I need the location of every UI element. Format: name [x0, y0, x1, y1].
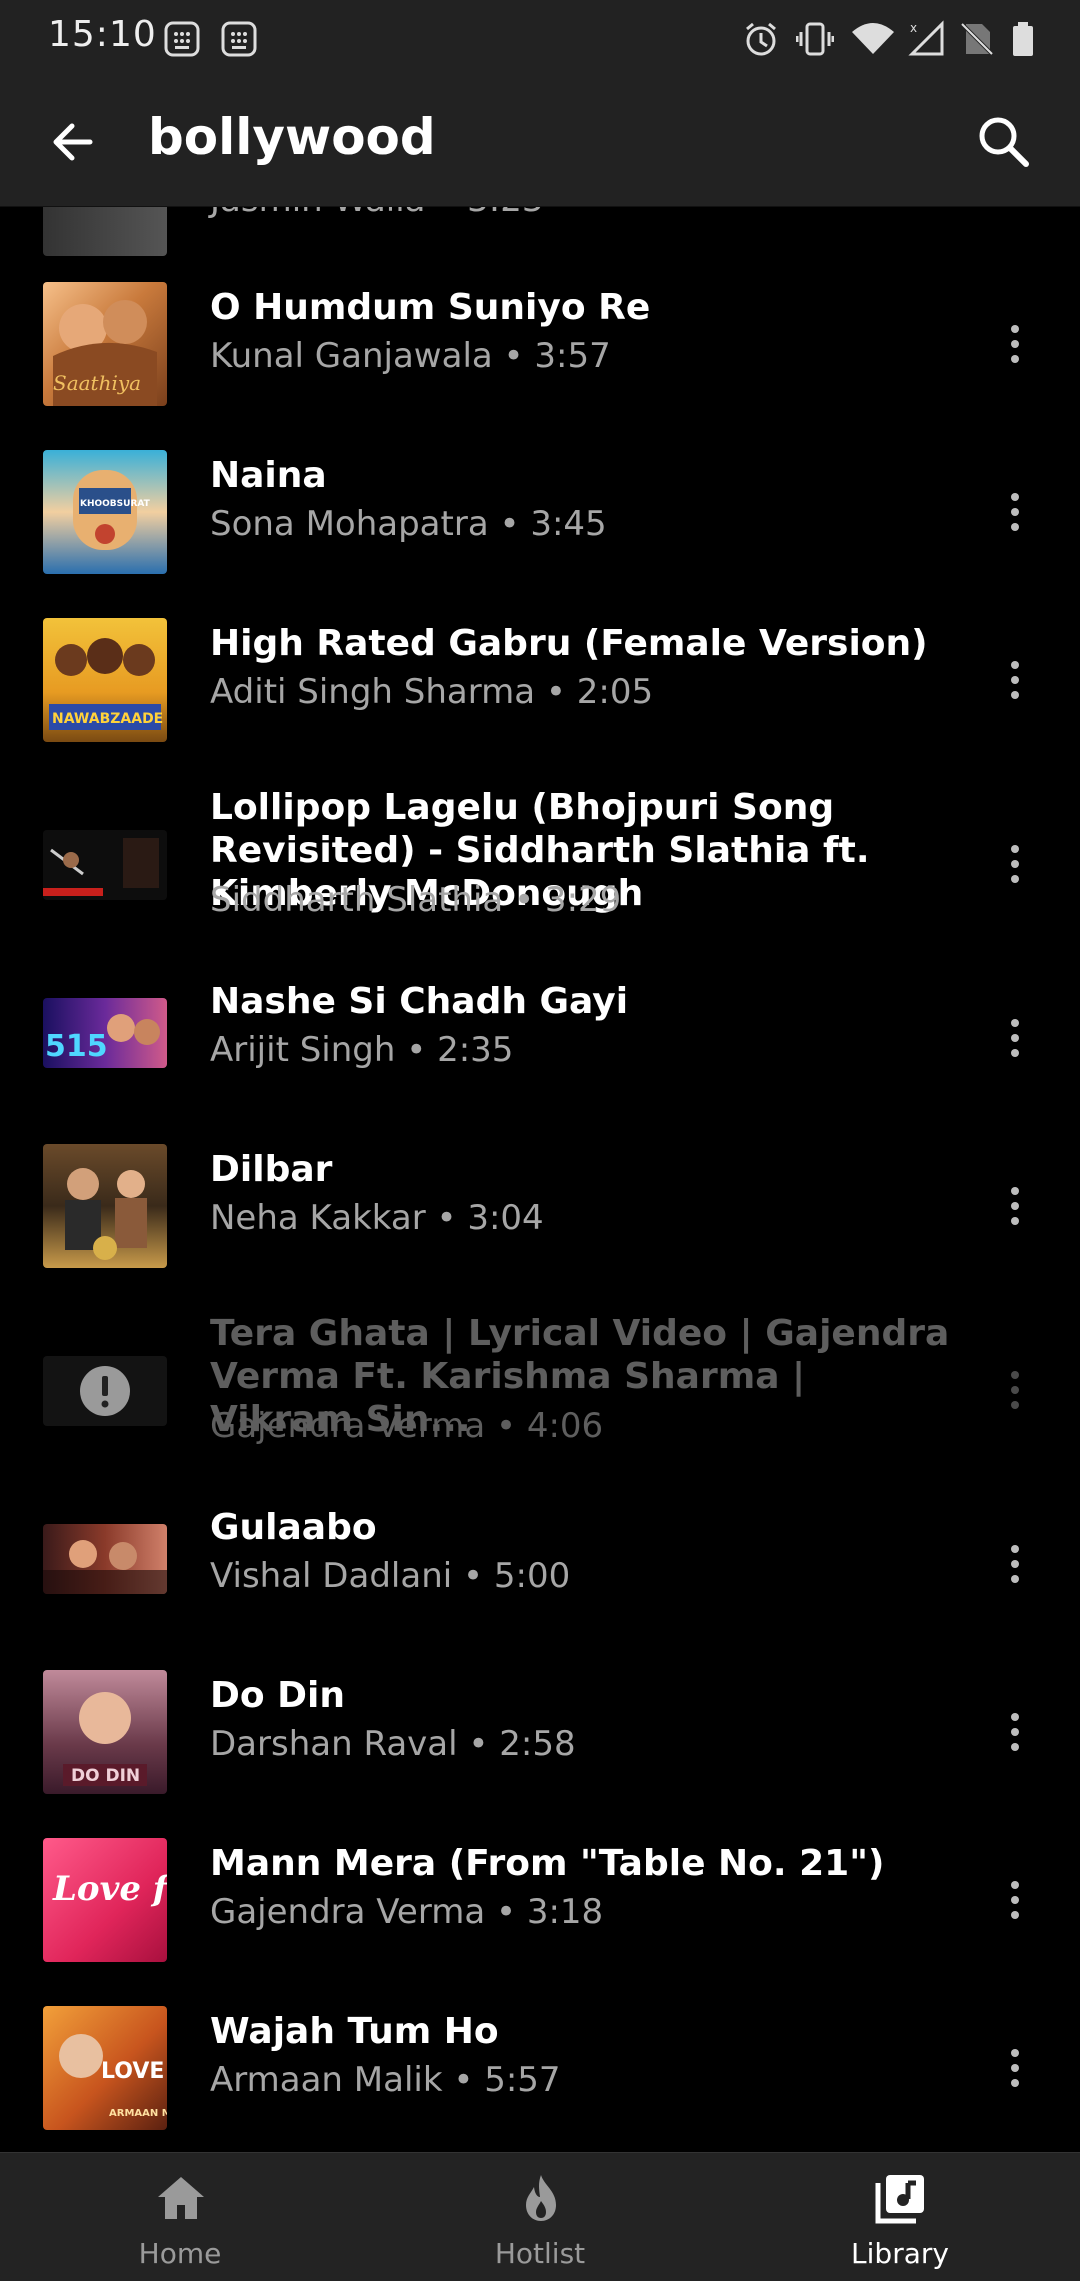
vibrate-icon — [796, 22, 834, 56]
more-options-icon[interactable] — [1000, 834, 1030, 894]
list-item[interactable]: NAWABZAADE High Rated Gabru (Female Vers… — [0, 602, 1080, 752]
album-art — [43, 1144, 167, 1268]
more-options-icon[interactable] — [1000, 314, 1030, 374]
album-art-text: KHOOBSURAT — [80, 499, 151, 509]
song-title: Wajah Tum Ho — [210, 2011, 499, 2052]
list-item[interactable]: LOVE DOSE ARMAAN MALIK Wajah Tum Ho Armaa… — [0, 1990, 1080, 2140]
search-results-list[interactable]: Jasmin Walia • 3:23 Saathiya O Humdum Su… — [0, 206, 1080, 2152]
list-item[interactable]: Love from Him Mann Mera (From "Table No.… — [0, 1822, 1080, 1972]
song-title: Nashe Si Chadh Gayi — [210, 981, 629, 1022]
more-options-icon[interactable] — [1000, 1534, 1030, 1594]
song-subtitle: Sona Mohapatra • 3:45 — [210, 504, 607, 544]
song-subtitle: Aditi Singh Sharma • 2:05 — [210, 672, 654, 712]
list-item[interactable]: 515 Nashe Si Chadh Gayi Arijit Singh • 2… — [0, 960, 1080, 1110]
song-title: Mann Mera (From "Table No. 21") — [210, 1843, 885, 1884]
list-item[interactable]: DO DIN Do Din Darshan Raval • 2:58 — [0, 1654, 1080, 1804]
song-title: Dilbar — [210, 1149, 333, 1190]
song-title: High Rated Gabru (Female Version) — [210, 623, 928, 664]
bottom-navigation: Home Hotlist Library — [0, 2152, 1080, 2281]
more-options-icon[interactable] — [1000, 1702, 1030, 1762]
search-icon[interactable] — [970, 108, 1038, 176]
nav-label: Library — [851, 2237, 949, 2270]
song-subtitle: Vishal Dadlani • 5:00 — [210, 1556, 571, 1596]
list-item-unavailable[interactable]: Tera Ghata | Lyrical Video | Gajendra Ve… — [0, 1296, 1080, 1486]
album-art — [43, 830, 167, 900]
album-art-text: Love from Him — [52, 1869, 167, 1909]
album-art: Love from Him — [43, 1838, 167, 1962]
no-sim-icon — [960, 22, 994, 56]
song-subtitle: Darshan Raval • 2:58 — [210, 1724, 576, 1764]
battery-icon — [1013, 22, 1033, 56]
more-options-icon[interactable] — [1000, 1008, 1030, 1068]
nav-label: Hotlist — [494, 2237, 586, 2270]
list-item[interactable]: Lollipop Lagelu (Bhojpuri Song Revisited… — [0, 770, 1080, 960]
signal-icon: x — [908, 20, 944, 56]
status-bar: 15:10 x — [0, 0, 1080, 78]
album-art-text: NAWABZAADE — [52, 711, 163, 727]
song-subtitle: Arijit Singh • 2:35 — [210, 1030, 514, 1070]
album-art-text: Saathiya — [53, 371, 141, 395]
album-art-text: DO DIN — [71, 1766, 140, 1786]
song-title: Do Din — [210, 1675, 345, 1716]
nav-home[interactable]: Home — [0, 2153, 360, 2281]
song-subtitle: Jasmin Walia • 3:23 — [210, 206, 950, 220]
nav-hotlist[interactable]: Hotlist — [360, 2153, 720, 2281]
album-art: DO DIN — [43, 1670, 167, 1794]
status-time: 15:10 — [48, 14, 157, 55]
list-item[interactable]: Saathiya O Humdum Suniyo Re Kunal Ganjaw… — [0, 266, 1080, 416]
song-title: O Humdum Suniyo Re — [210, 287, 651, 328]
more-options-icon[interactable] — [1000, 1870, 1030, 1930]
song-subtitle: Kunal Ganjawala • 3:57 — [210, 336, 611, 376]
svg-text:515: 515 — [45, 1029, 108, 1064]
svg-text:x: x — [910, 21, 917, 35]
more-options-icon[interactable] — [1000, 2038, 1030, 2098]
nav-library[interactable]: Library — [720, 2153, 1080, 2281]
album-art: Saathiya — [43, 282, 167, 406]
flame-icon — [526, 2175, 556, 2221]
album-art — [43, 206, 167, 256]
song-subtitle: Neha Kakkar • 3:04 — [210, 1198, 544, 1238]
app-notification-icon — [221, 21, 257, 57]
song-subtitle: Siddharth Slathia • 3:29 — [210, 880, 622, 920]
app-bar: bollywood — [0, 78, 1080, 207]
album-art: KHOOBSURAT — [43, 450, 167, 574]
nav-label: Home — [138, 2237, 222, 2270]
home-icon — [158, 2177, 204, 2219]
alarm-icon — [746, 22, 776, 56]
song-title: Naina — [210, 455, 327, 496]
album-art: LOVE DOSE ARMAAN MALIK — [43, 2006, 167, 2130]
unavailable-warning-icon — [80, 1366, 130, 1416]
more-options-icon[interactable] — [1000, 482, 1030, 542]
album-art-text: ARMAAN MALIK — [109, 2108, 167, 2119]
album-art: NAWABZAADE — [43, 618, 167, 742]
album-art: 515 — [43, 998, 167, 1068]
song-title: Gulaabo — [210, 1507, 377, 1548]
list-item[interactable]: KHOOBSURAT Naina Sona Mohapatra • 3:45 — [0, 434, 1080, 584]
more-options-icon[interactable] — [1000, 1176, 1030, 1236]
list-item[interactable]: Dilbar Neha Kakkar • 3:04 — [0, 1128, 1080, 1278]
app-notification-icon — [164, 21, 200, 57]
song-subtitle: Gajendra Verma • 3:18 — [210, 1892, 604, 1932]
wifi-icon — [852, 23, 894, 54]
back-arrow-icon[interactable] — [40, 108, 108, 176]
song-subtitle: Armaan Malik • 5:57 — [210, 2060, 561, 2100]
page-title: bollywood — [148, 108, 436, 166]
album-art-text: LOVE DOSE — [101, 2059, 167, 2084]
list-item[interactable]: Gulaabo Vishal Dadlani • 5:00 — [0, 1486, 1080, 1636]
more-options-icon[interactable] — [1000, 650, 1030, 710]
library-icon — [875, 2175, 924, 2224]
album-art — [43, 1524, 167, 1594]
song-subtitle: Gajendra Verma • 4:06 — [210, 1406, 604, 1446]
more-options-icon[interactable] — [1000, 1360, 1030, 1420]
